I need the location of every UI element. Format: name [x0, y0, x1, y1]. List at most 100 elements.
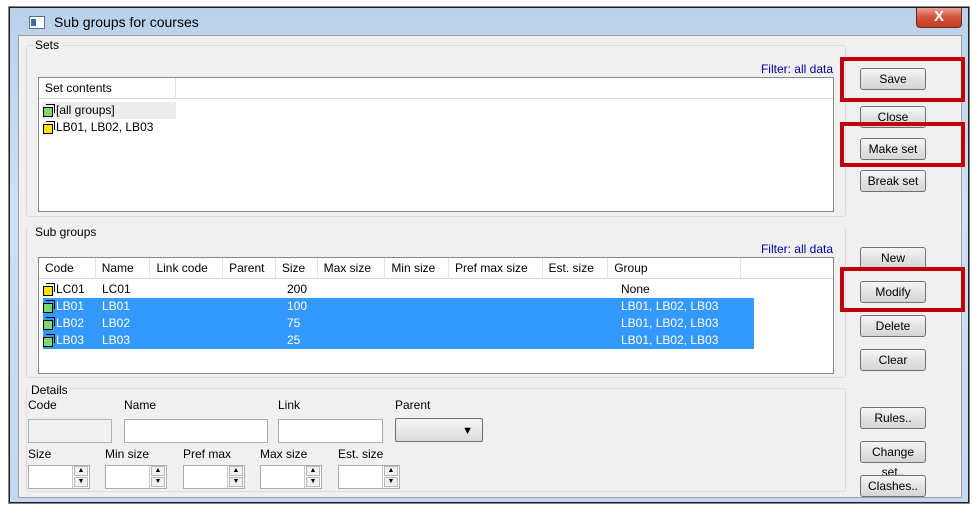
- row-code: LB02: [56, 316, 85, 330]
- row-code: LB01: [56, 299, 85, 313]
- row-code-cell: LB02: [43, 315, 100, 332]
- spin-down-icon[interactable]: ▼: [306, 477, 320, 487]
- highlight-box-modify: [840, 267, 965, 312]
- column-header-size[interactable]: Size: [276, 258, 318, 279]
- rules-button[interactable]: Rules..: [860, 407, 926, 429]
- set-list-item[interactable]: LB01, LB02, LB03: [43, 119, 153, 136]
- subgroups-filter-label[interactable]: Filter: all data: [761, 242, 833, 256]
- row-size: 75: [287, 316, 301, 330]
- cube-green-icon: [43, 317, 55, 330]
- table-row[interactable]: LB03 LB03 25 LB01, LB02, LB03: [43, 332, 754, 349]
- size-label: Size: [28, 447, 52, 461]
- row-size: 200: [287, 282, 308, 296]
- sets-filter-label[interactable]: Filter: all data: [761, 62, 833, 76]
- column-header-filler: [176, 78, 833, 99]
- link-label: Link: [278, 398, 301, 412]
- row-name: LB01: [102, 299, 131, 313]
- change-set-button[interactable]: Change set..: [860, 441, 926, 479]
- dialog-client-area: Sets Filter: all data Set contents [all …: [18, 35, 962, 498]
- code-field: [28, 419, 112, 443]
- title-bar: Sub groups for courses X: [10, 8, 968, 34]
- column-header-est-size[interactable]: Est. size: [543, 258, 609, 279]
- sets-list-header: Set contents: [39, 78, 833, 99]
- column-header-filler: [741, 258, 833, 279]
- cube-green-icon: [43, 104, 55, 117]
- app-icon: [29, 16, 45, 29]
- column-header-pref-max-size[interactable]: Pref max size: [449, 258, 543, 279]
- column-header-name[interactable]: Name: [96, 258, 151, 279]
- row-name: LC01: [102, 282, 131, 296]
- spin-down-icon[interactable]: ▼: [384, 477, 398, 487]
- row-code-cell: LB03: [43, 332, 100, 349]
- spin-up-icon[interactable]: ▲: [384, 466, 398, 476]
- parent-label: Parent: [395, 398, 431, 412]
- spin-up-icon[interactable]: ▲: [306, 466, 320, 476]
- row-size: 25: [287, 333, 301, 347]
- row-code-cell: LC01: [43, 281, 100, 298]
- details-group: Details Code Name Link Parent ▼ Size ▲ ▼ …: [26, 383, 846, 492]
- sets-group: Sets Filter: all data Set contents [all …: [26, 38, 846, 217]
- spin-down-icon[interactable]: ▼: [74, 477, 88, 487]
- row-group: None: [621, 282, 650, 296]
- row-code: LC01: [56, 282, 85, 296]
- highlight-box-make-set: [840, 122, 965, 167]
- code-label: Code: [28, 398, 57, 412]
- break-set-button[interactable]: Break set: [860, 170, 926, 192]
- subgroups-group-label: Sub groups: [33, 225, 99, 239]
- subgroups-table[interactable]: Code Name Link code Parent Size Max size…: [38, 257, 834, 374]
- delete-button[interactable]: Delete: [860, 315, 926, 337]
- est-size-spinner[interactable]: ▲ ▼: [338, 465, 400, 489]
- spin-down-icon[interactable]: ▼: [151, 477, 165, 487]
- cube-yellow-icon: [43, 283, 55, 296]
- row-group: LB01, LB02, LB03: [621, 299, 719, 313]
- row-group: LB01, LB02, LB03: [621, 333, 719, 347]
- row-code: LB03: [56, 333, 85, 347]
- highlight-box-save: [840, 57, 965, 102]
- column-header-link-code[interactable]: Link code: [150, 258, 224, 279]
- spin-up-icon[interactable]: ▲: [151, 466, 165, 476]
- row-name: LB03: [102, 333, 131, 347]
- row-group: LB01, LB02, LB03: [621, 316, 719, 330]
- close-window-button[interactable]: X: [916, 8, 962, 28]
- name-field[interactable]: [124, 419, 268, 443]
- table-row[interactable]: LB02 LB02 75 LB01, LB02, LB03: [43, 315, 754, 332]
- subgroups-table-header: Code Name Link code Parent Size Max size…: [39, 258, 833, 279]
- cube-green-icon: [43, 334, 55, 347]
- row-name: LB02: [102, 316, 131, 330]
- table-row[interactable]: LB01 LB01 100 LB01, LB02, LB03: [43, 298, 754, 315]
- clear-button[interactable]: Clear: [860, 349, 926, 371]
- dropdown-arrow-icon: ▼: [462, 425, 473, 437]
- pref-max-spinner[interactable]: ▲ ▼: [183, 465, 245, 489]
- est-size-label: Est. size: [338, 447, 384, 461]
- column-header-min-size[interactable]: Min size: [385, 258, 449, 279]
- set-list-item[interactable]: [all groups]: [43, 102, 176, 119]
- clashes-button[interactable]: Clashes..: [860, 475, 926, 497]
- cube-yellow-icon: [43, 121, 55, 134]
- link-field[interactable]: [278, 419, 383, 443]
- subgroups-group: Sub groups Filter: all data Code Name Li…: [26, 225, 846, 378]
- column-header-code[interactable]: Code: [39, 258, 96, 279]
- spin-up-icon[interactable]: ▲: [74, 466, 88, 476]
- size-spinner[interactable]: ▲ ▼: [28, 465, 90, 489]
- min-size-spinner[interactable]: ▲ ▼: [105, 465, 167, 489]
- set-item-label: [all groups]: [56, 103, 115, 117]
- spin-down-icon[interactable]: ▼: [229, 477, 243, 487]
- column-header-max-size[interactable]: Max size: [318, 258, 386, 279]
- parent-dropdown[interactable]: ▼: [395, 418, 483, 442]
- max-size-spinner[interactable]: ▲ ▼: [260, 465, 322, 489]
- column-header-group[interactable]: Group: [608, 258, 742, 279]
- name-label: Name: [124, 398, 157, 412]
- table-row[interactable]: LC01 LC01 200 None: [43, 281, 754, 298]
- dialog-window: Sub groups for courses X Sets Filter: al…: [9, 7, 969, 503]
- row-size: 100: [287, 299, 308, 313]
- sets-list[interactable]: Set contents [all groups] LB01, LB02, LB…: [38, 77, 834, 212]
- column-header-set-contents[interactable]: Set contents: [39, 78, 176, 99]
- column-header-parent[interactable]: Parent: [223, 258, 276, 279]
- pref-max-label: Pref max: [183, 447, 232, 461]
- max-size-label: Max size: [260, 447, 308, 461]
- min-size-label: Min size: [105, 447, 150, 461]
- details-group-label: Details: [29, 383, 70, 397]
- new-button[interactable]: New: [860, 247, 926, 269]
- row-code-cell: LB01: [43, 298, 100, 315]
- spin-up-icon[interactable]: ▲: [229, 466, 243, 476]
